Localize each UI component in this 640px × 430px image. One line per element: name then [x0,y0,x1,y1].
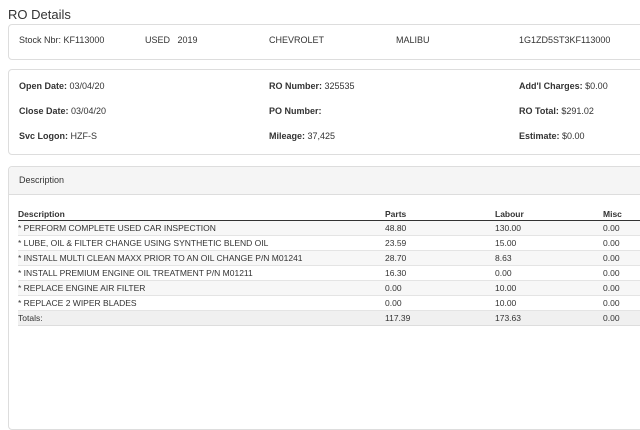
open-date: Open Date: 03/04/20 [19,81,105,91]
description-panel-header: Description [9,167,640,195]
cell-description: * PERFORM COMPLETE USED CAR INSPECTION [18,220,385,236]
cell-parts: 23.59 [385,235,495,251]
totals-label: Totals: [18,310,385,326]
ro-number: RO Number: 325535 [269,81,355,91]
cell-labour: 10.00 [495,295,603,311]
addl-charges: Add'l Charges: $0.00 [519,81,608,91]
vehicle-model: MALIBU [396,35,430,45]
cell-parts: 28.70 [385,250,495,266]
cell-parts: 0.00 [385,295,495,311]
table-row: * REPLACE 2 WIPER BLADES 0.00 10.00 0.00 [18,295,640,311]
cell-description: * LUBE, OIL & FILTER CHANGE USING SYNTHE… [18,235,385,251]
cell-description: * INSTALL MULTI CLEAN MAXX PRIOR TO AN O… [18,250,385,266]
cell-labour: 15.00 [495,235,603,251]
column-header-misc: Misc [603,206,640,221]
cell-parts: 48.80 [385,220,495,236]
condition-year: USED 2019 [145,35,198,45]
description-panel-title: Description [19,175,65,185]
cell-misc: 0.00 [603,220,640,236]
table-row: * INSTALL MULTI CLEAN MAXX PRIOR TO AN O… [18,250,640,266]
table-row: * LUBE, OIL & FILTER CHANGE USING SYNTHE… [18,235,640,251]
vehicle-info-panel: Stock Nbr: KF113000 USED 2019 CHEVROLET … [8,24,640,60]
svc-logon: Svc Logon: HZF-S [19,131,98,141]
column-header-parts: Parts [385,206,495,221]
estimate: Estimate: $0.00 [519,131,585,141]
description-panel: Description Description Parts Labour Mis… [8,166,640,430]
cell-labour: 130.00 [495,220,603,236]
column-header-description: Description [18,206,385,221]
cell-parts: 0.00 [385,280,495,296]
cell-labour: 10.00 [495,280,603,296]
vehicle-make: CHEVROLET [269,35,325,45]
ro-total: RO Total: $291.02 [519,106,594,116]
stock-number: Stock Nbr: KF113000 [19,35,105,45]
column-header-labour: Labour [495,206,603,221]
table-row: * PERFORM COMPLETE USED CAR INSPECTION 4… [18,220,640,236]
page-title: RO Details [8,7,71,22]
ro-summary-panel: Open Date: 03/04/20 Close Date: 03/04/20… [8,69,640,155]
mileage: Mileage: 37,425 [269,131,336,141]
cell-misc: 0.00 [603,265,640,281]
cell-labour: 8.63 [495,250,603,266]
cell-labour: 0.00 [495,265,603,281]
totals-misc: 0.00 [603,310,640,326]
table-row: * REPLACE ENGINE AIR FILTER 0.00 10.00 0… [18,280,640,296]
ro-lines-table: Description Parts Labour Misc * PERFORM … [18,206,640,326]
cell-description: * INSTALL PREMIUM ENGINE OIL TREATMENT P… [18,265,385,281]
cell-parts: 16.30 [385,265,495,281]
cell-misc: 0.00 [603,235,640,251]
cell-misc: 0.00 [603,280,640,296]
totals-labour: 173.63 [495,310,603,326]
cell-description: * REPLACE 2 WIPER BLADES [18,295,385,311]
totals-row: Totals: 117.39 173.63 0.00 [18,310,640,326]
po-number: PO Number: [269,106,322,116]
cell-description: * REPLACE ENGINE AIR FILTER [18,280,385,296]
table-header-row: Description Parts Labour Misc [18,206,640,221]
cell-misc: 0.00 [603,295,640,311]
table-row: * INSTALL PREMIUM ENGINE OIL TREATMENT P… [18,265,640,281]
totals-parts: 117.39 [385,310,495,326]
close-date: Close Date: 03/04/20 [19,106,107,116]
vehicle-vin: 1G1ZD5ST3KF113000 [519,35,611,45]
cell-misc: 0.00 [603,250,640,266]
